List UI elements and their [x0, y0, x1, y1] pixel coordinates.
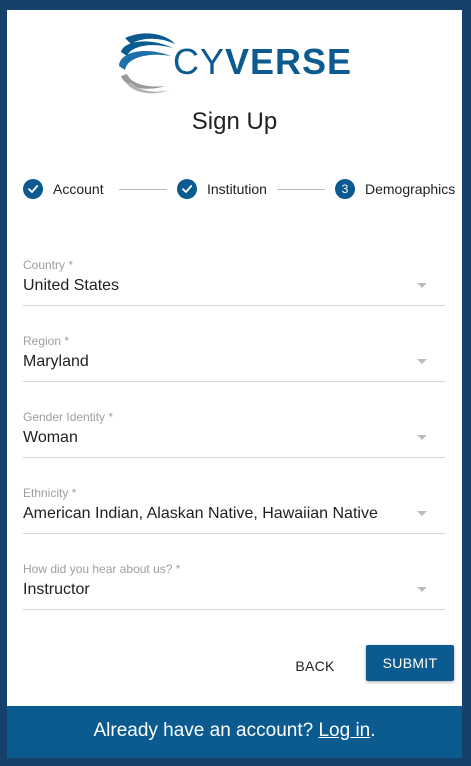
dropdown-arrow-icon	[417, 587, 427, 592]
logo-text: CYVERSE	[173, 40, 352, 84]
step-demographics: 3 Demographics	[335, 178, 455, 200]
dropdown-arrow-icon	[417, 283, 427, 288]
logo-text-light: CY	[173, 41, 226, 82]
referral-source-select[interactable]: How did you hear about us? * Instructor	[23, 562, 445, 610]
page-title: Sign Up	[191, 108, 278, 135]
referral-source-label: How did you hear about us? *	[23, 562, 181, 576]
ethnicity-value: American Indian, Alaskan Native, Hawaiia…	[23, 505, 378, 522]
gender-identity-select[interactable]: Gender Identity * Woman	[23, 410, 445, 458]
step-connector	[119, 189, 167, 190]
field-underline	[23, 305, 445, 306]
signup-stepper: Account Institution 3 Demographics	[23, 178, 455, 200]
field-underline	[23, 609, 445, 610]
field-underline	[23, 533, 445, 534]
login-footer: Already have an account? Log in.	[7, 706, 462, 758]
region-select[interactable]: Region * Maryland	[23, 334, 445, 382]
country-label: Country *	[23, 258, 74, 272]
referral-source-value: Instructor	[23, 581, 90, 598]
submit-button[interactable]: SUBMIT	[366, 645, 454, 681]
step-label-demographics: Demographics	[365, 181, 456, 197]
back-button[interactable]: BACK	[283, 651, 347, 681]
field-underline	[23, 381, 445, 382]
step-account: Account	[23, 178, 104, 200]
check-icon	[177, 179, 197, 199]
signup-card: CYVERSE Sign Up Account Institution 3 De…	[7, 10, 462, 758]
login-suffix: .	[370, 720, 376, 741]
cyverse-logo: CYVERSE	[117, 30, 367, 96]
dropdown-arrow-icon	[417, 359, 427, 364]
cyverse-swoosh-icon	[119, 33, 175, 94]
ethnicity-label: Ethnicity *	[23, 486, 77, 500]
country-select[interactable]: Country * United States	[23, 258, 445, 306]
country-value: United States	[23, 277, 120, 294]
login-prompt: Already have an account?	[93, 720, 314, 741]
gender-identity-value: Woman	[23, 429, 78, 446]
dropdown-arrow-icon	[417, 435, 427, 440]
step-institution: Institution	[177, 178, 267, 200]
region-value: Maryland	[23, 353, 89, 370]
check-icon	[23, 179, 43, 199]
field-underline	[23, 457, 445, 458]
step-number-badge: 3	[335, 179, 355, 199]
region-label: Region *	[23, 334, 70, 348]
step-label-account: Account	[53, 181, 104, 197]
gender-identity-label: Gender Identity *	[23, 410, 114, 424]
logo-text-bold: VERSE	[225, 41, 353, 82]
ethnicity-select[interactable]: Ethnicity * American Indian, Alaskan Nat…	[23, 486, 445, 534]
dropdown-arrow-icon	[417, 511, 427, 516]
step-label-institution: Institution	[207, 181, 267, 197]
login-link[interactable]: Log in	[318, 720, 370, 741]
step-connector	[277, 189, 325, 190]
